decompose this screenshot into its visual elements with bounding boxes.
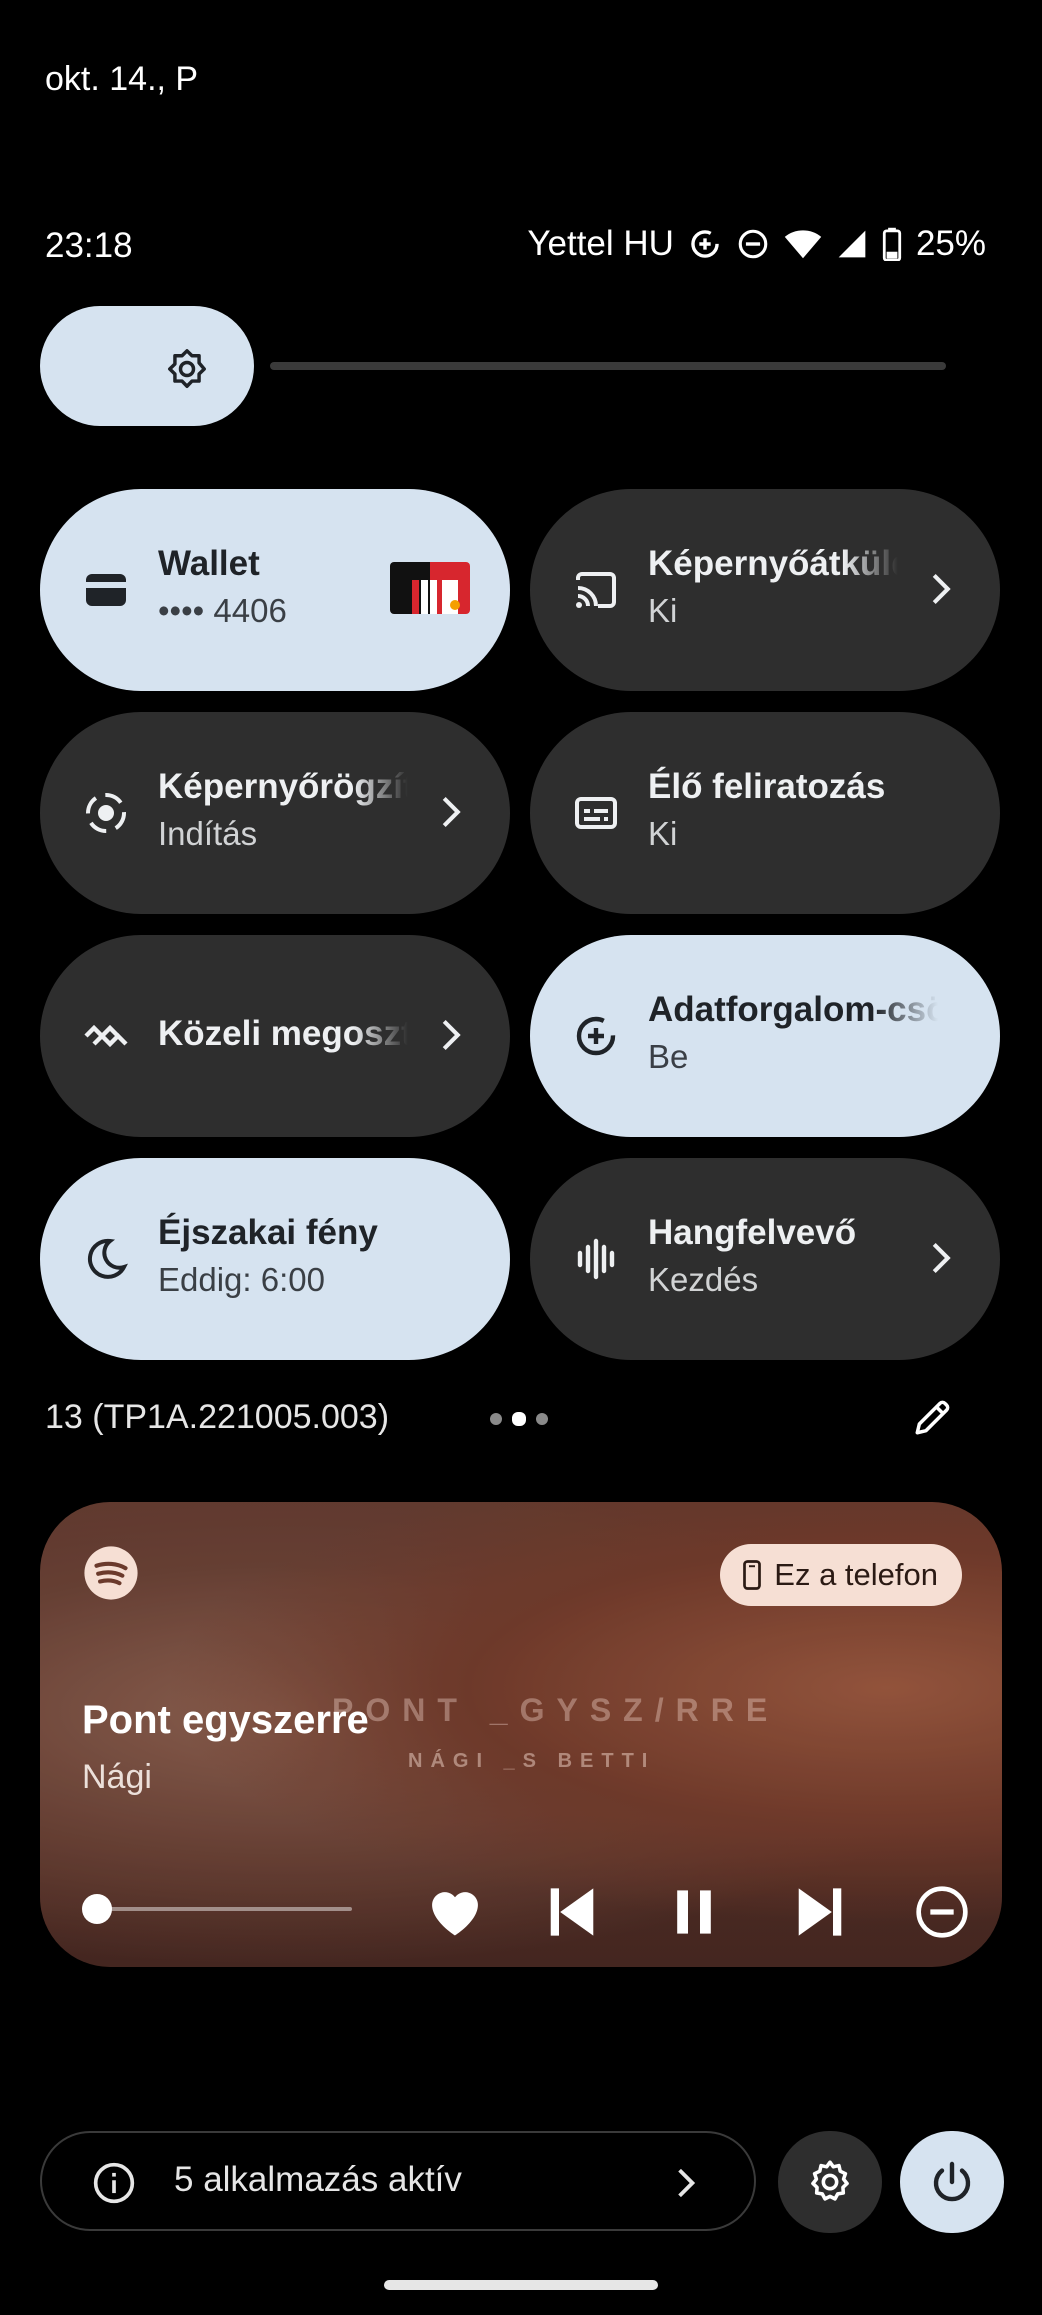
output-device-label: Ez a telefon — [774, 1557, 938, 1592]
page-dot-active — [512, 1412, 526, 1426]
do-not-disturb-icon — [736, 227, 770, 261]
skip-next-icon[interactable] — [796, 1886, 844, 1938]
carrier-label: Yettel HU — [527, 224, 674, 263]
tile-data-saver[interactable]: Adatforgalom-csökkentő Be — [530, 935, 1000, 1137]
tile-sublabel: Ki — [648, 815, 678, 852]
chevron-right-icon — [442, 796, 461, 828]
pause-icon[interactable] — [674, 1888, 714, 1936]
power-button[interactable] — [900, 2131, 1004, 2233]
page-indicator — [490, 1412, 548, 1426]
edit-button[interactable] — [912, 1396, 954, 1443]
tile-label: Adatforgalom-csökkentő — [648, 990, 938, 1029]
build-number[interactable]: 13 (TP1A.221005.003) — [45, 1398, 389, 1437]
skip-previous-icon[interactable] — [548, 1886, 596, 1938]
album-art-subtitle: NÁGI _S BETTI — [408, 1750, 656, 1772]
night-light-icon — [87, 1238, 128, 1279]
status-icons: Yettel HU 25% — [527, 224, 986, 264]
tile-live-caption[interactable]: Élő feliratozás Ki — [530, 712, 1000, 914]
pencil-icon — [915, 1400, 950, 1435]
data-saver-icon — [688, 227, 722, 261]
date-label[interactable]: okt. 14., P — [45, 60, 198, 99]
brightness-thumb[interactable] — [40, 306, 255, 426]
tile-label: Képernyőrögzítés — [158, 767, 408, 806]
home-gesture-bar[interactable] — [384, 2280, 658, 2290]
tile-screen-record[interactable]: Képernyőrögzítés Indítás — [40, 712, 510, 914]
power-icon — [933, 2161, 971, 2202]
tile-label: Képernyőátküldés — [648, 544, 898, 583]
tile-nearby-share[interactable]: Közeli megosztás — [40, 935, 510, 1137]
media-player-card[interactable]: PONT _GYSZ/RRE NÁGI _S BETTI Ez a telefo… — [40, 1502, 1002, 1967]
seek-thumb[interactable] — [82, 1894, 113, 1924]
tile-wallet[interactable]: Wallet •••• 4406 — [40, 489, 510, 691]
dismiss-media-icon[interactable] — [914, 1884, 970, 1940]
tile-label: Hangfelvevő — [648, 1213, 857, 1252]
recorder-icon — [577, 1238, 615, 1280]
chevron-right-icon — [932, 1242, 951, 1274]
tile-sublabel: Ki — [648, 592, 678, 629]
active-apps-button[interactable]: 5 alkalmazás aktív — [40, 2131, 756, 2231]
screen-record-icon — [86, 793, 126, 833]
settings-button[interactable] — [778, 2131, 882, 2233]
wallet-card-thumbnail — [390, 562, 470, 614]
tile-sublabel: Eddig: 6:00 — [158, 1261, 325, 1298]
seek-bar[interactable] — [82, 1894, 352, 1924]
phone-icon — [743, 1560, 762, 1590]
tile-sublabel: Kezdés — [648, 1261, 759, 1298]
clock[interactable]: 23:18 — [45, 226, 133, 266]
data-saver-icon — [576, 1016, 616, 1056]
brightness-track[interactable] — [270, 362, 946, 370]
battery-icon — [882, 227, 902, 261]
tile-night-light[interactable]: Éjszakai fény Eddig: 6:00 — [40, 1158, 510, 1360]
output-device-button[interactable]: Ez a telefon — [720, 1544, 962, 1606]
active-apps-label: 5 alkalmazás aktív — [174, 2160, 462, 2199]
gear-icon — [811, 2160, 849, 2201]
tile-sublabel: Indítás — [158, 815, 258, 852]
signal-icon — [836, 228, 868, 260]
spotify-icon[interactable] — [82, 1544, 140, 1602]
wallet-icon — [86, 574, 126, 606]
live-caption-icon — [575, 797, 617, 829]
tile-label: Éjszakai fény — [158, 1213, 378, 1252]
wifi-icon — [784, 228, 822, 260]
chevron-right-icon — [678, 2168, 696, 2198]
brightness-icon — [168, 349, 207, 388]
cast-icon — [576, 572, 616, 608]
page-dot — [536, 1413, 548, 1425]
battery-percent: 25% — [915, 224, 986, 263]
nearby-share-icon — [84, 1024, 128, 1048]
brightness-slider[interactable] — [40, 306, 946, 426]
tile-label: Közeli megosztás — [158, 1014, 408, 1053]
chevron-right-icon — [442, 1019, 461, 1051]
info-icon — [93, 2162, 135, 2204]
tile-screen-cast[interactable]: Képernyőátküldés Ki — [530, 489, 1000, 691]
like-icon[interactable] — [424, 1882, 486, 1938]
tile-label: Élő feliratozás — [648, 767, 886, 806]
song-artist: Nági — [82, 1758, 152, 1796]
page-dot — [490, 1413, 502, 1425]
album-art-title: PONT _GYSZ/RRE — [332, 1692, 780, 1728]
tile-sublabel: Be — [648, 1038, 689, 1075]
song-title: Pont egyszerre — [82, 1698, 369, 1742]
tile-recorder[interactable]: Hangfelvevő Kezdés — [530, 1158, 1000, 1360]
chevron-right-icon — [932, 573, 951, 605]
